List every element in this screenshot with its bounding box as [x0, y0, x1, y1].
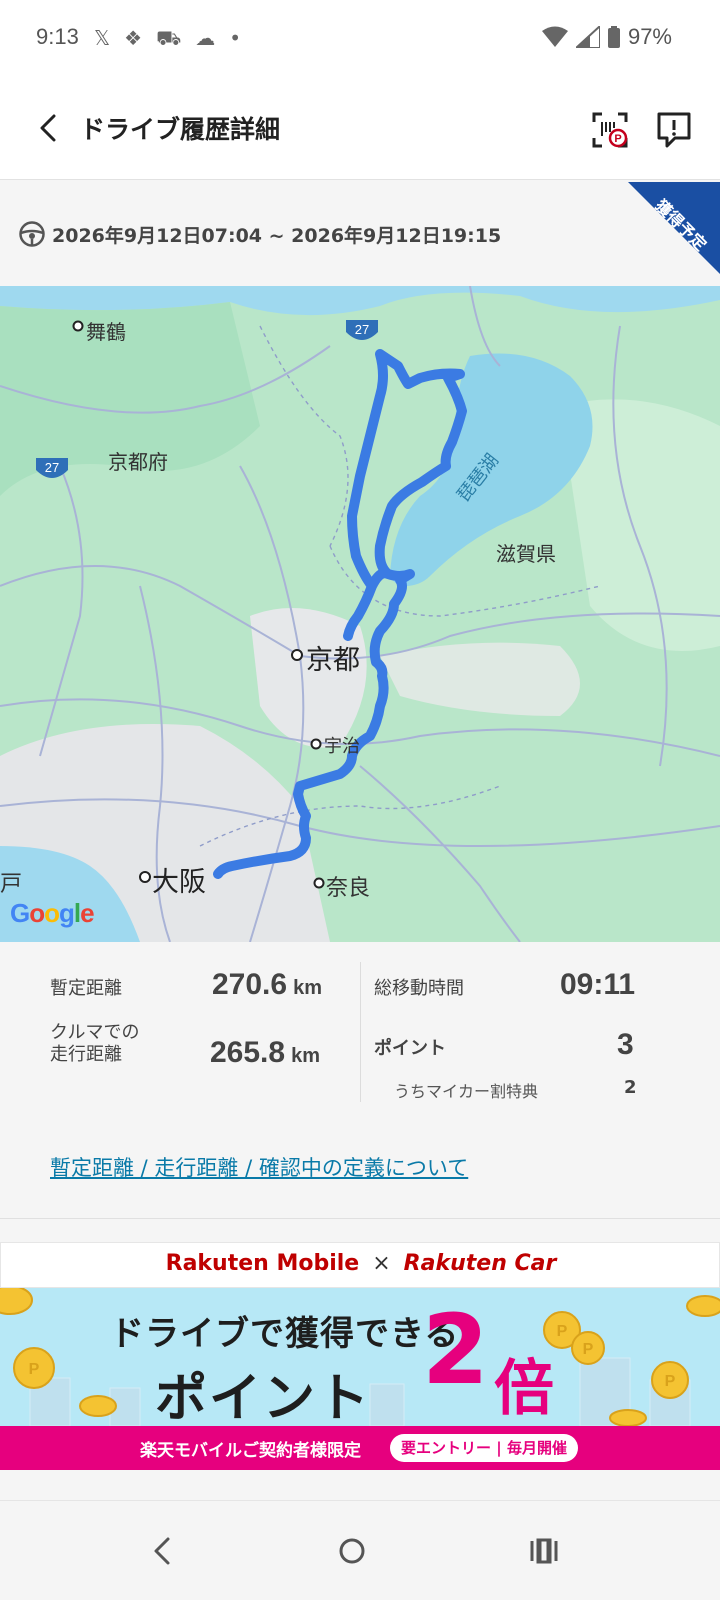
- svg-text:P: P: [557, 1323, 568, 1340]
- svg-text:P: P: [583, 1341, 594, 1358]
- banner-bonus-number: 2: [422, 1294, 489, 1406]
- page-title: ドライブ履歴詳細: [80, 115, 281, 144]
- distance-definition-link[interactable]: 暫定距離 / 走行距離 / 確認中の定義について: [50, 1152, 468, 1182]
- map-marker-maizuru: [72, 320, 84, 332]
- dot-icon: •: [229, 26, 242, 50]
- car-distance-label-line2: 走行距離: [50, 1044, 122, 1065]
- system-nav-bar: [0, 1500, 720, 1600]
- total-time-label: 総移動時間: [374, 978, 464, 999]
- weather-icon: ☁: [195, 26, 216, 50]
- svg-text:P: P: [614, 133, 621, 145]
- banner-main: PPPP ドライブで獲得できる ポイント 2 倍: [0, 1288, 720, 1429]
- svg-text:27: 27: [355, 322, 369, 337]
- status-time: 9:13: [36, 24, 79, 49]
- layers-icon: ❖: [124, 26, 143, 50]
- nav-back-icon[interactable]: [132, 1529, 192, 1573]
- stats-divider: [360, 962, 361, 1102]
- banner-brand-logos: Rakuten Mobile × Rakuten Car: [1, 1251, 720, 1276]
- route-map[interactable]: 27 27 舞鶴 京都府 滋賀県 琵琶湖 京都 宇治 大阪 奈良 戸: [0, 286, 720, 942]
- mycar-discount-value: 2: [624, 1077, 637, 1098]
- map-marker-kyoto: [291, 649, 303, 661]
- map-marker-uji: [310, 738, 322, 750]
- brand-cross: ×: [372, 1251, 391, 1276]
- total-time-value: 09:11: [560, 968, 636, 1001]
- section-divider: [0, 1218, 720, 1219]
- x-icon: 𝕏: [94, 26, 111, 50]
- rakuten-car-logo: Rakuten Car: [403, 1251, 557, 1276]
- map-label-osaka: 大阪: [152, 867, 206, 898]
- notification-icon[interactable]: [655, 110, 695, 150]
- scan-point-card-icon[interactable]: P: [590, 110, 630, 150]
- map-label-kyoto-pref: 京都府: [108, 450, 168, 474]
- svg-text:P: P: [665, 1373, 676, 1390]
- points-value: 3: [617, 1028, 634, 1061]
- car-distance-label-line1: クルマでの: [50, 1022, 140, 1043]
- banner-headline-1: ドライブで獲得できる: [110, 1314, 460, 1354]
- map-canvas: 27 27: [0, 286, 720, 942]
- mycar-discount-label: うちマイカー割特典: [394, 1082, 539, 1101]
- map-marker-nara: [313, 877, 325, 889]
- points-label: ポイント: [374, 1038, 446, 1059]
- train-alert-icon: ⛟: [156, 26, 182, 50]
- signal-icon: [575, 26, 600, 48]
- banner-entry-pill: 要エントリー | 毎月開催: [390, 1434, 578, 1462]
- trip-datetime: 2026年9月12日07:04 ~ 2026年9月12日19:15: [18, 220, 501, 248]
- nav-home-icon[interactable]: [322, 1529, 382, 1573]
- banner-footer-text: 楽天モバイルご契約者様限定: [140, 1441, 361, 1461]
- status-left-icons: 𝕏 ❖ ⛟ ☁ •: [94, 24, 241, 52]
- battery-text: 97%: [627, 24, 672, 49]
- svg-text:P: P: [29, 1361, 40, 1378]
- map-label-shiga-pref: 滋賀県: [496, 542, 556, 566]
- banner-bonus-suffix: 倍: [494, 1354, 554, 1424]
- map-label-maizuru: 舞鶴: [86, 320, 126, 344]
- car-distance-value: 265.8 km: [210, 1036, 320, 1069]
- status-bar: 9:13 𝕏 ❖ ⛟ ☁ • 97%: [0, 0, 720, 78]
- back-arrow-icon[interactable]: [32, 108, 68, 148]
- map-label-kyoto: 京都: [306, 645, 360, 676]
- google-logo: Google: [10, 898, 95, 928]
- banner-brand-strip: Rakuten Mobile × Rakuten Car: [0, 1242, 720, 1288]
- provisional-distance-value: 270.6 km: [212, 968, 322, 1001]
- map-label-nara: 奈良: [326, 876, 371, 901]
- map-label-kobe-partial: 戸: [0, 872, 23, 897]
- provisional-distance-label: 暫定距離: [50, 978, 122, 999]
- rakuten-mobile-logo: Rakuten Mobile: [165, 1251, 360, 1276]
- route-27-shield-north: 27: [346, 320, 378, 340]
- wifi-icon: [541, 26, 568, 47]
- expected-points-ribbon: 獲得予定: [628, 182, 720, 274]
- nav-recents-icon[interactable]: [512, 1529, 572, 1573]
- banner-headline-2: ポイント: [155, 1369, 372, 1429]
- map-marker-osaka: [139, 871, 151, 883]
- map-label-uji: 宇治: [324, 736, 360, 757]
- status-right: 97%: [541, 24, 672, 50]
- steering-wheel-icon: [19, 221, 45, 247]
- trip-datetime-range: 2026年9月12日07:04 ~ 2026年9月12日19:15: [52, 224, 502, 247]
- app-header: ドライブ履歴詳細 P: [0, 78, 720, 180]
- banner-footer: 楽天モバイルご契約者様限定 要エントリー | 毎月開催: [0, 1426, 720, 1470]
- campaign-banner[interactable]: Rakuten Mobile × Rakuten Car PPPP ドライブで獲…: [0, 1242, 720, 1470]
- svg-text:27: 27: [45, 460, 59, 475]
- battery-icon: [607, 26, 620, 48]
